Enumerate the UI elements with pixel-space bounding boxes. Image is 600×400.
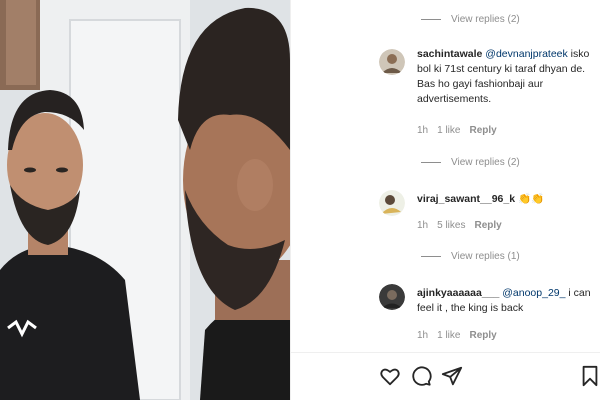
bookmark-icon[interactable] (579, 365, 599, 387)
comment-time: 1h (417, 125, 429, 136)
divider-line (421, 161, 441, 163)
heart-icon[interactable] (379, 365, 401, 387)
view-replies-label: View replies (1) (451, 250, 520, 262)
comment-meta: 1h 1 like Reply (417, 125, 497, 136)
post-media (0, 0, 290, 400)
comment-likes[interactable]: 1 like (437, 125, 460, 136)
avatar-image (379, 49, 405, 75)
post-action-bar (291, 352, 600, 400)
comment-meta: 1h 5 likes Reply (417, 220, 502, 231)
comment-time: 1h (417, 220, 429, 231)
comment-username[interactable]: ajinkyaaaaaa___ (417, 287, 499, 299)
comment-text: viraj_sawant__96_k 👏👏 (417, 192, 595, 207)
view-replies-button[interactable]: View replies (2) (421, 155, 520, 169)
avatar-image (379, 190, 405, 216)
comment-time: 1h (417, 330, 429, 341)
comment-username[interactable]: sachintawale (417, 48, 482, 60)
comments-panel: View replies (2) sachintawale @devnanjpr… (290, 0, 600, 400)
share-icon[interactable] (441, 365, 463, 387)
comment-text: ajinkyaaaaaa___ @anoop_29_ i can feel it… (417, 286, 595, 316)
view-replies-button[interactable]: View replies (1) (421, 249, 520, 263)
comment-mention[interactable]: @devnanjprateek (485, 48, 567, 60)
reply-button[interactable]: Reply (469, 330, 496, 341)
comment-icon[interactable] (410, 365, 432, 387)
view-replies-label: View replies (2) (451, 13, 520, 25)
avatar[interactable] (379, 284, 405, 310)
view-replies-button[interactable]: View replies (2) (421, 12, 520, 26)
divider-line (421, 255, 441, 257)
comments-list: View replies (2) sachintawale @devnanjpr… (291, 0, 600, 352)
view-replies-label: View replies (2) (451, 156, 520, 168)
reply-button[interactable]: Reply (469, 125, 496, 136)
post-photo (0, 0, 290, 400)
comment-likes[interactable]: 1 like (437, 330, 460, 341)
comment-username[interactable]: viraj_sawant__96_k (417, 193, 515, 205)
reply-button[interactable]: Reply (474, 220, 501, 231)
comment-mention[interactable]: @anoop_29_ (502, 287, 565, 299)
comment-meta: 1h 1 like Reply (417, 330, 497, 341)
comment-body: 👏👏 (515, 193, 545, 205)
avatar[interactable] (379, 49, 405, 75)
avatar-image (379, 284, 405, 310)
comment-text: sachintawale @devnanjprateek isko bol ki… (417, 47, 595, 107)
avatar[interactable] (379, 190, 405, 216)
comment-likes[interactable]: 5 likes (437, 220, 465, 231)
divider-line (421, 18, 441, 20)
